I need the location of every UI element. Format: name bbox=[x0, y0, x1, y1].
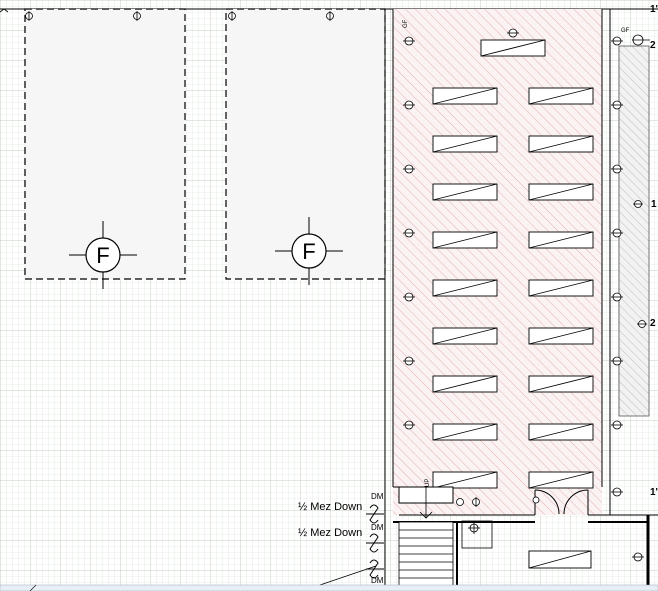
dm-label: DM bbox=[371, 492, 384, 501]
fixture-letter: F bbox=[302, 239, 315, 264]
edge-label-2: 2 bbox=[650, 40, 656, 51]
gf-label-vertical: GF bbox=[403, 19, 409, 28]
edge-label-bottom: 1' bbox=[650, 487, 658, 498]
dm-label-2: DM bbox=[371, 523, 384, 532]
up-label: UP bbox=[425, 478, 431, 487]
edge-label-top: 1' bbox=[650, 4, 658, 15]
side-wall-strip bbox=[618, 45, 650, 417]
dm-label-3: DM bbox=[371, 576, 384, 585]
half-mez-down-label-2: ½ Mez Down bbox=[298, 527, 363, 539]
half-mez-down-label: ½ Mez Down bbox=[298, 501, 363, 513]
horizontal-scrollbar[interactable] bbox=[0, 584, 658, 591]
fixture-letter: F bbox=[96, 243, 109, 268]
edge-label-2b: 2 bbox=[650, 318, 656, 329]
edge-label-1: 1 bbox=[651, 199, 657, 210]
gf-label: GF bbox=[621, 28, 630, 34]
